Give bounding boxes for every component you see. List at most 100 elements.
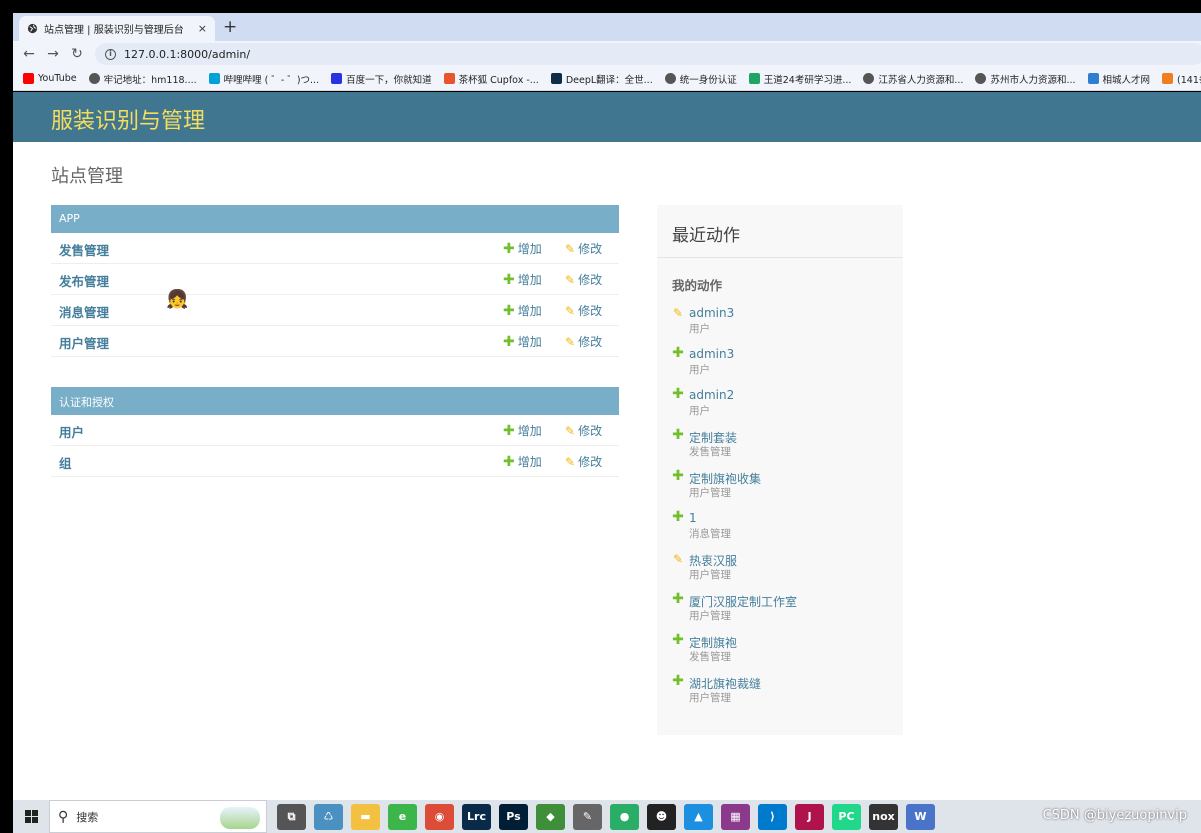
taskbar-search[interactable]: ⚲ 搜索 bbox=[49, 800, 267, 833]
bookmark-label: 苏州市人力资源和... bbox=[990, 74, 1076, 86]
photos-icon[interactable]: ▲ bbox=[684, 803, 713, 830]
browser-toolbar: ← → ↻ i 127.0.0.1:8000/admin/ bbox=[13, 41, 1201, 67]
chrome-icon[interactable]: ◉ bbox=[425, 803, 454, 830]
action-content-type: 消息管理 bbox=[689, 528, 731, 540]
plus-icon: ✚ bbox=[672, 591, 684, 607]
start-button[interactable] bbox=[13, 800, 49, 833]
edge-icon[interactable]: e bbox=[388, 803, 417, 830]
add-label: 增加 bbox=[517, 304, 542, 318]
address-bar[interactable]: i 127.0.0.1:8000/admin/ bbox=[95, 43, 1201, 65]
bookmark-item[interactable]: 相城人才网 bbox=[1087, 72, 1150, 86]
add-link[interactable]: ✚ 增加 bbox=[503, 302, 542, 319]
action-content-type: 用户 bbox=[689, 364, 710, 376]
pencil-icon: ✎ bbox=[565, 334, 576, 349]
site-header: 服装识别与管理 bbox=[13, 92, 1201, 142]
bookmark-label: (141条消... bbox=[1177, 74, 1201, 86]
action-object-link[interactable]: admin3 bbox=[689, 347, 734, 361]
bookmark-item[interactable]: 统一身份认证 bbox=[664, 72, 737, 86]
change-link[interactable]: ✎ 修改 bbox=[565, 302, 602, 319]
add-label: 增加 bbox=[517, 242, 542, 256]
jetbrains-icon[interactable]: J bbox=[795, 803, 824, 830]
winrar-icon[interactable]: ▦ bbox=[721, 803, 750, 830]
forward-button[interactable]: → bbox=[41, 46, 65, 62]
add-label: 增加 bbox=[517, 455, 542, 469]
add-link[interactable]: ✚ 增加 bbox=[503, 422, 542, 439]
bookmark-item[interactable]: 百度一下，你就知道 bbox=[331, 72, 432, 86]
task-view-icon[interactable]: ⧉ bbox=[277, 803, 306, 830]
site-name[interactable]: 服装识别与管理 bbox=[51, 103, 205, 135]
pencil-icon: ✎ bbox=[565, 241, 576, 256]
model-link[interactable]: 用户 bbox=[59, 422, 84, 441]
add-link[interactable]: ✚ 增加 bbox=[503, 240, 542, 257]
sheet-icon bbox=[748, 73, 760, 84]
add-link[interactable]: ✚ 增加 bbox=[503, 271, 542, 288]
model-link[interactable]: 组 bbox=[59, 453, 72, 472]
note-app-icon[interactable]: ✎ bbox=[573, 803, 602, 830]
add-link[interactable]: ✚ 增加 bbox=[503, 453, 542, 470]
action-content-type: 用户管理 bbox=[689, 692, 731, 704]
bookmark-label: 百度一下，你就知道 bbox=[346, 74, 432, 86]
watermark: CSDN @biyezuopinvip bbox=[1042, 808, 1187, 823]
bookmark-item[interactable]: 茶杯狐 Cupfox -... bbox=[443, 72, 539, 86]
page-title: 站点管理 bbox=[51, 166, 123, 187]
qq-icon[interactable]: ☻ bbox=[647, 803, 676, 830]
windows-icon bbox=[24, 810, 38, 823]
module-caption[interactable]: APP bbox=[51, 205, 619, 233]
action-object-link[interactable]: admin2 bbox=[689, 388, 734, 402]
vscode-icon[interactable]: ⟩ bbox=[758, 803, 787, 830]
bookmark-item[interactable]: 王道24考研学习进... bbox=[748, 72, 851, 86]
bookmark-item[interactable]: 苏州市人力资源和... bbox=[975, 72, 1076, 86]
table-row: 组 ✚ 增加 ✎ 修改 bbox=[51, 446, 619, 477]
new-tab-button[interactable]: + bbox=[223, 16, 237, 38]
change-link[interactable]: ✎ 修改 bbox=[565, 422, 602, 439]
bookmark-label: 牢记地址：hm118.... bbox=[103, 74, 197, 86]
pencil-icon: ✎ bbox=[565, 272, 576, 287]
nox-icon[interactable]: nox bbox=[869, 803, 898, 830]
change-label: 修改 bbox=[578, 424, 603, 438]
bookmark-item[interactable]: DeepL翻译：全世... bbox=[550, 72, 653, 86]
search-icon: ⚲ bbox=[58, 808, 69, 825]
change-label: 修改 bbox=[578, 242, 603, 256]
info-icon[interactable]: i bbox=[105, 48, 116, 60]
change-link[interactable]: ✎ 修改 bbox=[565, 333, 602, 350]
plus-icon: ✚ bbox=[672, 345, 684, 361]
add-link[interactable]: ✚ 增加 bbox=[503, 333, 542, 350]
lightroom-classic-icon[interactable]: Lrc bbox=[462, 803, 491, 830]
action-object-link[interactable]: admin3 bbox=[689, 306, 734, 320]
wechat-icon[interactable]: ● bbox=[610, 803, 639, 830]
model-link[interactable]: 发布管理 bbox=[59, 271, 109, 290]
windows-taskbar: ⚲ 搜索 ⧉ ♺ ▬ e ◉ Lrc Ps ◆ ✎ ● ☻ ▲ ▦ ⟩ J PC nox W CSDN @biye… bbox=[13, 800, 1201, 833]
bookmark-item[interactable]: 牢记地址：hm118.... bbox=[88, 72, 197, 86]
bookmark-item[interactable]: (141条消... bbox=[1162, 72, 1201, 86]
plus-icon: ✚ bbox=[503, 271, 515, 288]
change-link[interactable]: ✎ 修改 bbox=[565, 453, 602, 470]
model-link[interactable]: 发售管理 bbox=[59, 240, 109, 259]
action-object-link[interactable]: 1 bbox=[689, 511, 697, 525]
bookmark-label: 茶杯狐 Cupfox -... bbox=[458, 74, 539, 86]
recycle-icon[interactable]: ♺ bbox=[314, 803, 343, 830]
action-content-type: 用户 bbox=[689, 405, 710, 417]
green-app-icon[interactable]: ◆ bbox=[536, 803, 565, 830]
model-link[interactable]: 用户管理 bbox=[59, 333, 109, 352]
close-icon[interactable]: × bbox=[198, 22, 207, 35]
url-text[interactable]: 127.0.0.1:8000/admin/ bbox=[124, 48, 250, 61]
module-caption[interactable]: 认证和授权 bbox=[51, 387, 619, 415]
change-link[interactable]: ✎ 修改 bbox=[565, 240, 602, 257]
model-link[interactable]: 消息管理 bbox=[59, 302, 109, 321]
change-link[interactable]: ✎ 修改 bbox=[565, 271, 602, 288]
action-content-type: 用户 bbox=[689, 323, 710, 335]
bookmark-item[interactable]: 哔哩哔哩 ( ゜- ゜)つ... bbox=[208, 72, 319, 86]
bookmark-item[interactable]: YouTube bbox=[23, 73, 77, 84]
change-label: 修改 bbox=[578, 455, 603, 469]
wps-icon[interactable]: W bbox=[906, 803, 935, 830]
file-explorer-icon[interactable]: ▬ bbox=[351, 803, 380, 830]
pycharm-icon[interactable]: PC bbox=[832, 803, 861, 830]
back-button[interactable]: ← bbox=[17, 46, 41, 62]
table-row: 发布管理 ✚ 增加 ✎ 修改 bbox=[51, 264, 619, 295]
c-icon bbox=[1162, 73, 1174, 84]
reload-button[interactable]: ↻ bbox=[65, 46, 89, 62]
bookmark-item[interactable]: 江苏省人力资源和... bbox=[863, 72, 963, 86]
photoshop-icon[interactable]: Ps bbox=[499, 803, 528, 830]
browser-tab[interactable]: 站点管理 | 服装识别与管理后台 × bbox=[19, 16, 215, 41]
deepl-icon bbox=[550, 73, 562, 84]
